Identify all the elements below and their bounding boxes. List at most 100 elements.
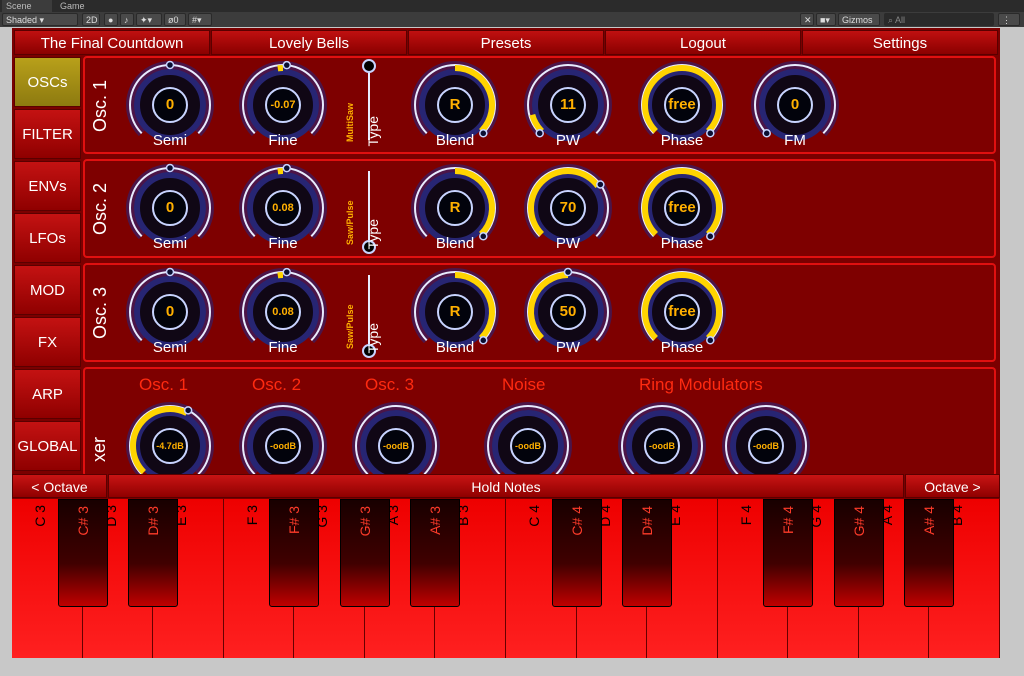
knob-label: Blend (435, 339, 475, 356)
nav-arp[interactable]: ARP (14, 369, 81, 419)
settings-button[interactable]: Settings (802, 30, 998, 55)
fine-knob[interactable]: 0.08 Fine (238, 163, 328, 259)
tools-icon[interactable]: ✕ (800, 13, 814, 26)
phase-knob[interactable]: free Phase (637, 267, 727, 363)
black-key[interactable]: A# 4 (904, 499, 955, 607)
key-label: F# 3 (286, 506, 303, 535)
hold-notes-button[interactable]: Hold Notes (108, 474, 904, 498)
type-label: Type (365, 219, 381, 250)
key-label: A# 4 (921, 506, 938, 535)
tab-scene-label: Scene (6, 1, 32, 11)
key-label: G# 3 (356, 506, 373, 537)
black-key[interactable]: C# 3 (57, 499, 108, 607)
nav-label: ARP (32, 386, 63, 403)
preset-name-label: The Final Countdown (40, 35, 184, 52)
knob-value: R (449, 199, 461, 216)
key-label: C# 3 (74, 506, 91, 536)
key-label: C 4 (526, 505, 542, 527)
more-icon[interactable]: ⋮ (998, 13, 1020, 26)
pw-knob[interactable]: 50 PW (523, 267, 613, 363)
key-label: F 4 (737, 505, 754, 526)
nav-filter[interactable]: FILTER (14, 109, 81, 159)
key-label: D# 4 (639, 506, 656, 536)
gizmos-dropdown[interactable]: Gizmos ▾ (838, 13, 880, 38)
knob-label: Semi (152, 235, 188, 252)
search-input[interactable]: ⌕ All (884, 13, 994, 26)
knob-value: -oodB (270, 441, 296, 451)
logout-button[interactable]: Logout (605, 30, 801, 55)
knob-value: 70 (559, 199, 577, 216)
pw-knob[interactable]: 70 PW (523, 163, 613, 259)
black-key[interactable]: C# 4 (551, 499, 602, 607)
blend-knob[interactable]: R Blend (410, 60, 500, 156)
knob-label: Semi (152, 132, 188, 149)
fm-knob[interactable]: 0 FM (750, 60, 840, 156)
nav-label: MOD (30, 282, 65, 299)
tab-scene[interactable]: Scene (2, 0, 52, 12)
knob-label: Phase (660, 132, 704, 149)
view-2d-label: 2D (86, 15, 98, 25)
draw-mode-dropdown[interactable]: Shaded ▾ (2, 13, 78, 26)
preset-bank-button[interactable]: Lovely Bells (211, 30, 407, 55)
mixer-header-osc3: Osc. 3 (365, 375, 415, 394)
knob-value: 0 (790, 96, 800, 113)
tab-game[interactable]: Game (56, 0, 106, 12)
blend-knob[interactable]: R Blend (410, 163, 500, 259)
nav-mod[interactable]: MOD (14, 265, 81, 315)
grid-icon[interactable]: #▾ (188, 13, 212, 26)
knob-value: 0.08 (272, 306, 294, 318)
type-slider[interactable]: MultiSaw Type (341, 58, 387, 154)
mixer-label: xer (89, 437, 109, 463)
semi-knob[interactable]: 0 Semi (125, 267, 215, 363)
effects-icon[interactable]: ✦▾ (136, 13, 162, 26)
settings-label: Settings (872, 35, 928, 52)
nav-oscs[interactable]: OSCs (14, 57, 81, 107)
audio-icon[interactable]: ♪ (120, 13, 134, 26)
semi-knob[interactable]: 0 Semi (125, 163, 215, 259)
knob-label: Phase (660, 235, 704, 252)
type-slider[interactable]: Saw/Pulse Type (341, 161, 387, 257)
black-key[interactable]: D# 4 (622, 499, 673, 607)
octave-down-button[interactable]: < Octave (12, 474, 107, 498)
black-key[interactable]: D# 3 (128, 499, 179, 607)
black-key[interactable]: F# 3 (269, 499, 320, 607)
knob-value: -oodB (515, 441, 541, 451)
black-key[interactable]: F# 4 (763, 499, 814, 607)
view-2d-toggle[interactable]: 2D (82, 13, 100, 26)
phase-knob[interactable]: free Phase (637, 163, 727, 259)
fine-knob[interactable]: 0.08 Fine (238, 267, 328, 363)
nav-lfos[interactable]: LFOs (14, 213, 81, 263)
draw-mode-value: Shaded (6, 15, 38, 25)
knob-value: free (668, 96, 696, 113)
knob-label: Phase (660, 339, 704, 356)
nav-envs[interactable]: ENVs (14, 161, 81, 211)
knob-value: 0.08 (272, 202, 294, 214)
nav-fx[interactable]: FX (14, 317, 81, 367)
type-slider[interactable]: Saw/Pulse Type (341, 265, 387, 361)
knob-value: -4.7dB (156, 441, 184, 451)
logout-label: Logout (680, 35, 726, 52)
knob-value: 50 (559, 303, 577, 320)
semi-knob[interactable]: 0 Semi (125, 60, 215, 156)
hidden-objects-icon[interactable]: ø0 (164, 13, 186, 26)
key-label: F# 4 (780, 506, 797, 535)
octave-up-button[interactable]: Octave > (905, 474, 1000, 498)
preset-name-button[interactable]: The Final Countdown (14, 30, 210, 55)
camera-icon[interactable]: ■▾ (816, 13, 836, 26)
nav-global[interactable]: GLOBAL (14, 421, 81, 471)
fine-knob[interactable]: -0.07 Fine (238, 60, 328, 156)
black-key[interactable]: A# 3 (410, 499, 461, 607)
nav-label: FX (37, 334, 58, 351)
game-view: The Final Countdown Lovely Bells Presets… (12, 28, 1000, 658)
knob-label: Blend (435, 235, 475, 252)
presets-button[interactable]: Presets (408, 30, 604, 55)
phase-knob[interactable]: free Phase (637, 60, 727, 156)
pw-knob[interactable]: 11 PW (523, 60, 613, 156)
black-key[interactable]: G# 4 (833, 499, 884, 607)
black-key[interactable]: G# 3 (339, 499, 390, 607)
blend-knob[interactable]: R Blend (410, 267, 500, 363)
piano-keyboard: C 3D 3E 3F 3G 3A 3B 3C 4D 4E 4F 4G 4A 4B… (12, 499, 1000, 658)
overlay-count: 0 (173, 15, 179, 25)
lighting-icon[interactable]: ● (104, 13, 118, 26)
search-placeholder: All (895, 15, 906, 25)
